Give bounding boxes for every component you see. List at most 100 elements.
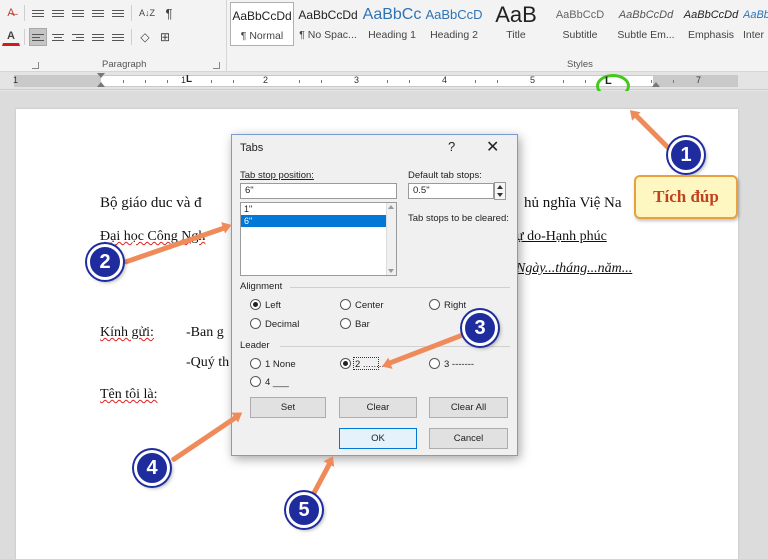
- double-click-tip: Tích đúp: [634, 175, 738, 219]
- ruler-number: 2: [263, 75, 269, 85]
- style-emphasis[interactable]: AaBbCcDd Emphasis: [680, 2, 742, 46]
- default-tab-stops-input[interactable]: 0.5": [408, 183, 494, 199]
- ruler-tick: [563, 80, 564, 83]
- style-sample: AaBbCcDd: [683, 9, 739, 21]
- line-spacing-icon[interactable]: [109, 28, 127, 46]
- numbering-icon[interactable]: [49, 4, 67, 22]
- paragraph-row-1: A̶ A↓Z ¶: [2, 3, 178, 23]
- clear-button[interactable]: Clear: [339, 397, 417, 418]
- decrease-indent-icon[interactable]: [89, 4, 107, 22]
- align-left-icon[interactable]: [29, 28, 47, 46]
- align-right-radio[interactable]: [429, 299, 440, 310]
- first-line-indent-marker[interactable]: [97, 73, 105, 78]
- ribbon: A̶ A↓Z ¶ A ◇ ⊞ Paragraph AaBbCcDd ¶ Norm…: [0, 0, 768, 72]
- align-left-radio[interactable]: [250, 299, 261, 310]
- bullets-icon[interactable]: [29, 4, 47, 22]
- paragraph-group: A̶ A↓Z ¶ A ◇ ⊞ Paragraph: [0, 0, 224, 72]
- style-name: Title: [506, 29, 526, 41]
- align-center-radio[interactable]: [340, 299, 351, 310]
- align-right-icon[interactable]: [69, 28, 87, 46]
- shading-icon[interactable]: ◇: [136, 28, 154, 46]
- show-formatting-icon[interactable]: ¶: [160, 4, 178, 22]
- scroll-down-icon[interactable]: [388, 269, 394, 273]
- style-subtle-emphasis[interactable]: AaBbCcDd Subtle Em...: [612, 2, 680, 46]
- align-bar-radio[interactable]: [340, 318, 351, 329]
- highlighted-tab-stop-icon[interactable]: L: [605, 75, 612, 87]
- align-bar-label: Bar: [355, 319, 370, 330]
- style-name: Heading 1: [368, 29, 416, 41]
- ruler-tab-stop[interactable]: L: [186, 74, 192, 85]
- style-sample: AaBbCcD: [425, 7, 483, 22]
- default-tab-stops-spinner[interactable]: [494, 182, 506, 200]
- sort-icon[interactable]: A↓Z: [136, 4, 158, 22]
- align-decimal-radio[interactable]: [250, 318, 261, 329]
- style-heading-2[interactable]: AaBbCcD Heading 2: [424, 2, 484, 46]
- paragraph-dialog-launcher-icon[interactable]: [213, 62, 220, 69]
- leader-line-radio[interactable]: [250, 376, 261, 387]
- ruler-number: 5: [530, 75, 536, 85]
- hanging-indent-marker[interactable]: [97, 82, 105, 87]
- increase-indent-icon[interactable]: [109, 4, 127, 22]
- ruler-number: 1: [13, 75, 19, 85]
- align-left-label: Left: [265, 300, 281, 311]
- leader-label: Leader: [240, 340, 270, 351]
- style-no-spacing[interactable]: AaBbCcDd ¶ No Spac...: [295, 2, 361, 46]
- leader-dashes-radio[interactable]: [429, 358, 440, 369]
- ruler-tick: [475, 80, 476, 83]
- paragraph-row-2: A ◇ ⊞: [2, 27, 174, 47]
- style-title[interactable]: AaB Title: [485, 2, 547, 46]
- ruler-tick: [145, 80, 146, 83]
- style-subtitle[interactable]: AaBbCcD Subtitle: [548, 2, 612, 46]
- leader-none-radio[interactable]: [250, 358, 261, 369]
- clear-all-button[interactable]: Clear All: [429, 397, 508, 418]
- style-normal[interactable]: AaBbCcDd ¶ Normal: [230, 2, 294, 46]
- multilevel-list-icon[interactable]: [69, 4, 87, 22]
- style-heading-1[interactable]: AaBbCc Heading 1: [361, 2, 423, 46]
- step-badge-1: 1: [668, 137, 704, 173]
- style-sample: AaB: [495, 2, 537, 27]
- doc-line-motto: ự do-Hạnh phúc: [516, 229, 607, 244]
- ruler-tick: [123, 80, 124, 83]
- ruler-number: 4: [442, 75, 448, 85]
- horizontal-ruler-bar: 1 1 2 3 4 5 7 L: [0, 72, 768, 90]
- default-tab-stops-label: Default tab stops:: [408, 170, 482, 181]
- step-badge-2: 2: [87, 244, 123, 280]
- font-color-icon[interactable]: A: [2, 28, 20, 46]
- style-name: Subtitle: [562, 29, 598, 41]
- list-scrollbar[interactable]: [386, 203, 396, 275]
- tab-stop-list-item[interactable]: 1": [241, 203, 396, 215]
- ruler-tick: [387, 80, 388, 83]
- tab-stops-to-clear-label: Tab stops to be cleared:: [408, 213, 509, 224]
- style-sample: AaBbCcDd: [298, 8, 358, 22]
- ok-button[interactable]: OK: [339, 428, 417, 449]
- spin-up-icon[interactable]: [497, 185, 503, 189]
- clear-formatting-icon[interactable]: A̶: [2, 4, 20, 22]
- tab-stop-position-input[interactable]: 6": [240, 183, 397, 199]
- font-dialog-launcher-icon[interactable]: [32, 62, 39, 69]
- cancel-button[interactable]: Cancel: [429, 428, 508, 449]
- tab-stop-list-item-selected[interactable]: 6": [241, 215, 396, 227]
- leader-dots-radio[interactable]: [340, 358, 351, 369]
- doc-line-recipient-1: -Ban g: [186, 325, 224, 340]
- style-sample: AaBbCcDd: [232, 9, 292, 23]
- ruler-tick: [585, 80, 586, 83]
- align-center-icon[interactable]: [49, 28, 67, 46]
- alignment-divider: [290, 287, 510, 288]
- justify-icon[interactable]: [89, 28, 107, 46]
- close-icon[interactable]: ✕: [486, 137, 499, 157]
- alignment-label: Alignment: [240, 281, 283, 292]
- doc-line-date: Ngày...tháng...năm...: [516, 261, 633, 276]
- tab-stop-list[interactable]: 1" 6": [240, 202, 397, 276]
- scroll-up-icon[interactable]: [388, 205, 394, 209]
- step-badge-4: 4: [134, 450, 170, 486]
- set-button[interactable]: Set: [250, 397, 326, 418]
- spin-down-icon[interactable]: [497, 193, 503, 197]
- style-intense[interactable]: AaBbCcDd Inter: [743, 2, 768, 46]
- separator: [24, 29, 25, 45]
- help-icon[interactable]: ?: [448, 139, 455, 154]
- doc-line-ministry: Bộ giáo duc và đ: [100, 195, 202, 211]
- borders-icon[interactable]: ⊞: [156, 28, 174, 46]
- styles-group-label: Styles: [567, 59, 593, 70]
- style-name: Heading 2: [430, 29, 478, 41]
- right-indent-marker[interactable]: [652, 82, 660, 87]
